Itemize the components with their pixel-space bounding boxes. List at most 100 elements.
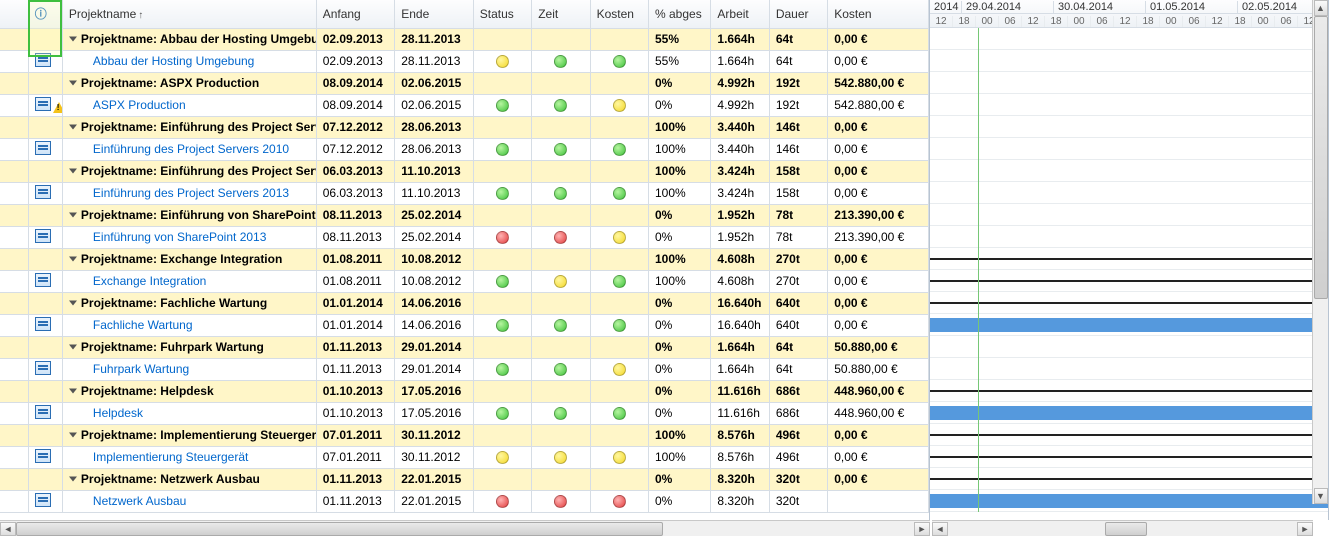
timeline-hour: 00	[976, 16, 999, 27]
task-link[interactable]: Fachliche Wartung	[93, 318, 193, 332]
timeline-hour: 18	[1137, 16, 1160, 27]
timeline-header[interactable]: 201429.04.201430.04.201401.05.201402.05.…	[930, 0, 1328, 28]
header-info[interactable]: ⓘ	[28, 0, 62, 28]
timeline-hour: 18	[953, 16, 976, 27]
task-link[interactable]: Helpdesk	[93, 406, 143, 420]
timeline-date: 01.05.2014	[1146, 1, 1238, 13]
group-row[interactable]: Projektname: Fuhrpark Wartung01.11.20132…	[0, 336, 929, 358]
kosten-dot	[613, 319, 626, 332]
task-row[interactable]: Einführung von SharePoint 201308.11.2013…	[0, 226, 929, 248]
group-row[interactable]: Projektname: ASPX Production08.09.201402…	[0, 72, 929, 94]
row-icons	[28, 138, 62, 160]
vertical-scrollbar[interactable]: ▲ ▼	[1312, 0, 1328, 504]
right-horizontal-scrollbar[interactable]: ◄ ►	[932, 520, 1313, 536]
gantt-bar[interactable]	[930, 406, 1328, 420]
hscroll-thumb-left[interactable]	[16, 522, 663, 536]
task-row[interactable]: Helpdesk01.10.201317.05.20160%11.616h686…	[0, 402, 929, 424]
group-row[interactable]: Projektname: Exchange Integration01.08.2…	[0, 248, 929, 270]
group-row[interactable]: Projektname: Einführung des Project Serv…	[0, 116, 929, 138]
gantt-group-bar	[930, 258, 1328, 260]
gantt-bar[interactable]	[930, 494, 1328, 508]
task-row[interactable]: Implementierung Steuergerät07.01.201130.…	[0, 446, 929, 468]
task-row[interactable]: Fuhrpark Wartung01.11.201329.01.20140%1.…	[0, 358, 929, 380]
task-row[interactable]: Exchange Integration01.08.201110.08.2012…	[0, 270, 929, 292]
timeline-hour: 06	[1091, 16, 1114, 27]
group-label: Projektname: Abbau der Hosting Umgebung	[62, 28, 316, 50]
timeline-row	[930, 358, 1328, 380]
timeline-hour: 12	[930, 16, 953, 27]
task-link[interactable]: Einführung von SharePoint 2013	[93, 230, 266, 244]
header-projektname[interactable]: Projektname↑	[62, 0, 316, 28]
task-link[interactable]: Einführung des Project Servers 2010	[93, 142, 289, 156]
timeline-body[interactable]	[930, 28, 1328, 512]
plan-icon	[35, 449, 51, 463]
scroll-right-button[interactable]: ►	[1297, 522, 1313, 536]
row-icons	[28, 314, 62, 336]
header-anfang[interactable]: Anfang	[316, 0, 395, 28]
timeline-row	[930, 446, 1328, 468]
task-row[interactable]: Einführung des Project Servers 201007.12…	[0, 138, 929, 160]
row-icons	[28, 490, 62, 512]
task-row[interactable]: Netzwerk Ausbau01.11.201322.01.20150%8.3…	[0, 490, 929, 512]
group-row[interactable]: Projektname: Helpdesk01.10.201317.05.201…	[0, 380, 929, 402]
left-horizontal-scrollbar[interactable]: ◄ ►	[0, 520, 930, 536]
status-dot	[496, 319, 509, 332]
group-row[interactable]: Projektname: Fachliche Wartung01.01.2014…	[0, 292, 929, 314]
header-indicator[interactable]	[0, 0, 28, 28]
timeline-hour: 06	[999, 16, 1022, 27]
status-dot	[496, 187, 509, 200]
header-kosten[interactable]: Kosten	[828, 0, 929, 28]
task-row[interactable]: ASPX Production08.09.201402.06.20150%4.9…	[0, 94, 929, 116]
group-row[interactable]: Projektname: Einführung des Project Serv…	[0, 160, 929, 182]
gantt-summary-bar[interactable]	[930, 456, 1328, 458]
header-ende[interactable]: Ende	[395, 0, 474, 28]
header-pct[interactable]: % abges	[649, 0, 711, 28]
plan-icon	[35, 97, 51, 111]
vscroll-thumb[interactable]	[1314, 16, 1328, 299]
zeit-dot	[554, 363, 567, 376]
scroll-up-button[interactable]: ▲	[1314, 0, 1328, 16]
header-kosten-ind[interactable]: Kosten	[590, 0, 648, 28]
timeline-row	[930, 248, 1328, 270]
task-row[interactable]: Abbau der Hosting Umgebung02.09.201328.1…	[0, 50, 929, 72]
hscroll-thumb-right[interactable]	[1105, 522, 1147, 536]
plan-icon	[35, 361, 51, 375]
group-label: Projektname: ASPX Production	[62, 72, 316, 94]
timeline-row	[930, 380, 1328, 402]
timeline-today-line	[978, 28, 979, 512]
kosten-dot	[613, 363, 626, 376]
status-dot	[496, 231, 509, 244]
scroll-right-button[interactable]: ►	[914, 522, 930, 536]
header-arbeit[interactable]: Arbeit	[711, 0, 769, 28]
timeline-hour: 12	[1114, 16, 1137, 27]
header-zeit[interactable]: Zeit	[532, 0, 590, 28]
task-link[interactable]: ASPX Production	[93, 98, 186, 112]
gantt-pane: 201429.04.201430.04.201401.05.201402.05.…	[930, 0, 1329, 520]
group-label: Projektname: Fachliche Wartung	[62, 292, 316, 314]
group-row[interactable]: Projektname: Einführung von SharePoint 2…	[0, 204, 929, 226]
plan-icon	[35, 317, 51, 331]
group-row[interactable]: Projektname: Abbau der Hosting Umgebung0…	[0, 28, 929, 50]
task-link[interactable]: Exchange Integration	[93, 274, 206, 288]
task-row[interactable]: Fachliche Wartung01.01.201414.06.20160%1…	[0, 314, 929, 336]
header-status[interactable]: Status	[473, 0, 531, 28]
scroll-left-button[interactable]: ◄	[932, 522, 948, 536]
status-dot	[496, 451, 509, 464]
group-label: Projektname: Netzwerk Ausbau	[62, 468, 316, 490]
gantt-bar[interactable]	[930, 318, 1328, 332]
task-link[interactable]: Abbau der Hosting Umgebung	[93, 54, 254, 68]
gantt-summary-bar[interactable]	[930, 280, 1328, 282]
scroll-left-button[interactable]: ◄	[0, 522, 16, 536]
scroll-down-button[interactable]: ▼	[1314, 488, 1328, 504]
group-label: Projektname: Implementierung Steuergerät	[62, 424, 316, 446]
group-row[interactable]: Projektname: Netzwerk Ausbau01.11.201322…	[0, 468, 929, 490]
group-row[interactable]: Projektname: Implementierung Steuergerät…	[0, 424, 929, 446]
task-link[interactable]: Implementierung Steuergerät	[93, 450, 248, 464]
header-dauer[interactable]: Dauer	[769, 0, 827, 28]
zeit-dot	[554, 187, 567, 200]
task-link[interactable]: Netzwerk Ausbau	[93, 494, 186, 508]
task-row[interactable]: Einführung des Project Servers 201306.03…	[0, 182, 929, 204]
task-link[interactable]: Fuhrpark Wartung	[93, 362, 189, 376]
timeline-row	[930, 270, 1328, 292]
task-link[interactable]: Einführung des Project Servers 2013	[93, 186, 289, 200]
